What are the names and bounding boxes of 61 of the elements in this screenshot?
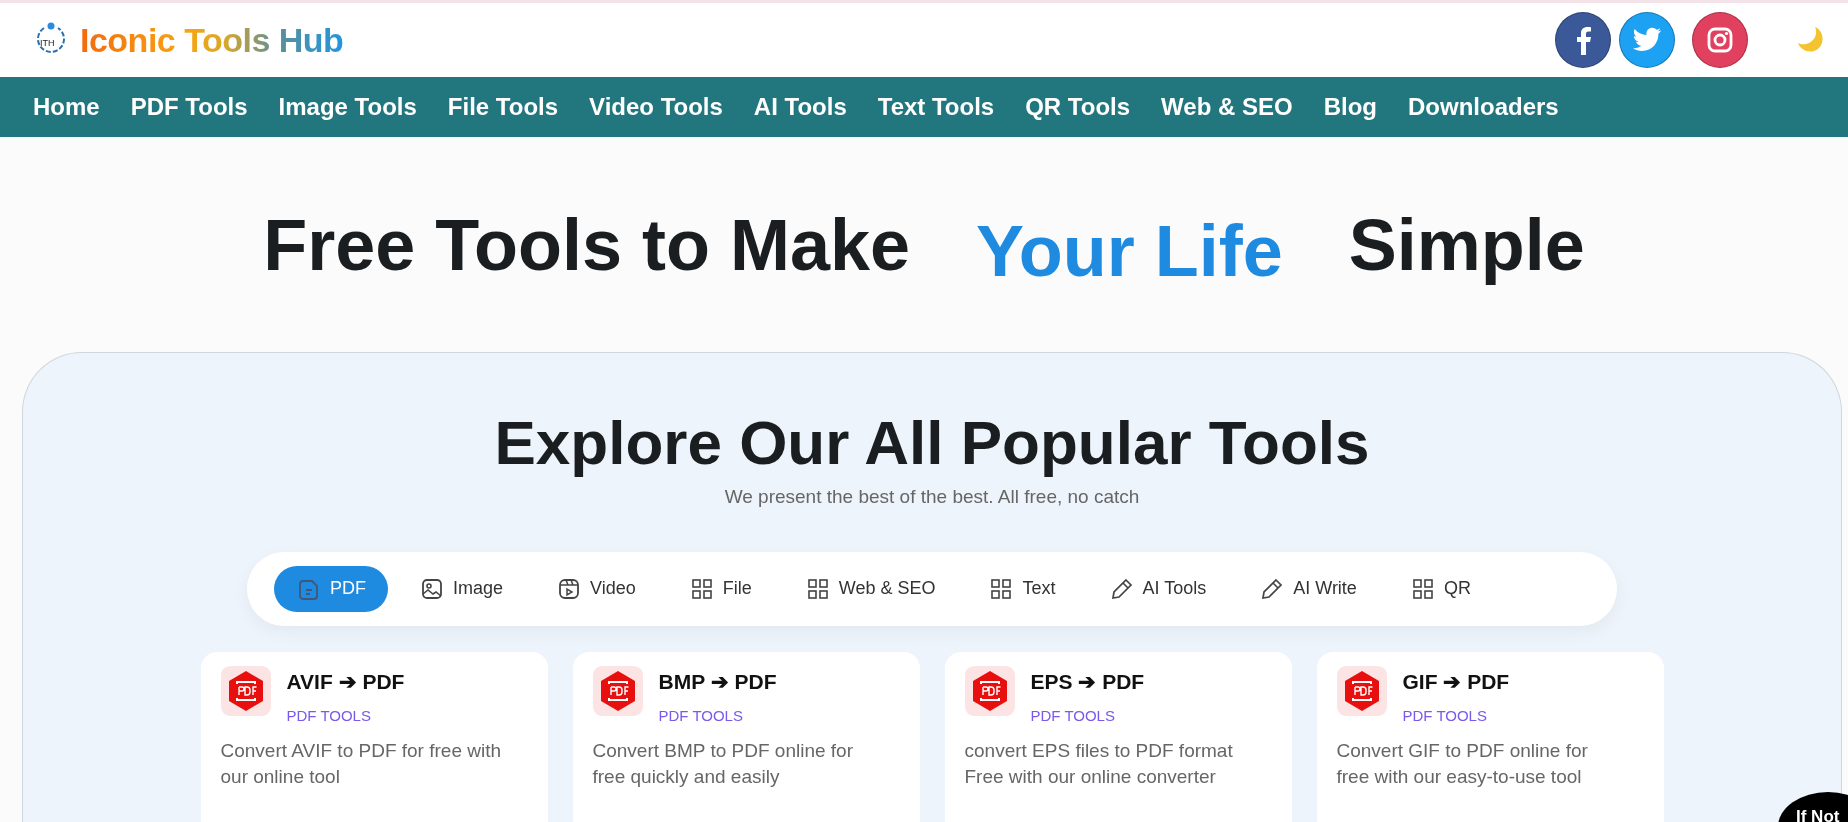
tool-description: convert EPS files to PDF format Free with our online converter — [964, 738, 1234, 790]
nav-link[interactable]: QR Tools — [1014, 89, 1142, 125]
tool-category: PDF TOOLS — [286, 706, 372, 727]
hero-heading: Free Tools to Make — [263, 203, 911, 287]
tool-card[interactable]: GIF ➔ PDF PDF TOOLS Convert GIF to PDF online for free with our easy-to-use tool — [1316, 651, 1664, 822]
category-tab[interactable]: AI Write — [1239, 565, 1379, 612]
tool-title: BMP ➔ PDF — [658, 668, 777, 695]
facebook-button[interactable] — [1555, 12, 1611, 68]
grid-icon — [690, 577, 713, 600]
nav-link[interactable]: File Tools — [436, 89, 570, 125]
tool-description: Convert BMP to PDF online for free quickly and easily — [592, 738, 854, 790]
document-icon — [298, 577, 320, 600]
tool-card[interactable]: EPS ➔ PDF PDF TOOLS convert EPS files to PDF format Free with our online converter — [944, 651, 1292, 822]
bird-icon — [1632, 27, 1662, 53]
category-tab[interactable]: PDF — [274, 565, 388, 612]
tool-description: Convert GIF to PDF online for free with our easy-to-use tool — [1336, 738, 1589, 790]
section-subtitle: We present the best of the best. All free, no catch — [723, 485, 1141, 510]
video-icon — [558, 577, 581, 600]
nav-link[interactable]: Downloaders — [1397, 89, 1570, 125]
tool-description: Convert AVIF to PDF for free with our online tool — [220, 738, 503, 790]
pdf-icon — [1336, 665, 1387, 716]
nav-link[interactable]: Home — [22, 89, 111, 125]
instagram-button[interactable] — [1692, 12, 1748, 68]
grid-icon — [806, 577, 829, 600]
hero-heading: Simple — [1348, 203, 1585, 287]
category-tab[interactable]: Text — [968, 565, 1078, 612]
pencil-icon — [1110, 577, 1133, 600]
nav-link[interactable]: Image Tools — [267, 89, 428, 125]
category-tab[interactable]: Web & SEO — [784, 565, 958, 612]
nav-link[interactable]: Web & SEO — [1150, 89, 1304, 125]
nav-link[interactable]: Blog — [1312, 89, 1388, 125]
nav-link[interactable]: PDF Tools — [119, 89, 259, 125]
tool-title: AVIF ➔ PDF — [286, 668, 405, 695]
tool-card[interactable]: AVIF ➔ PDF PDF TOOLS Convert AVIF to PDF for free with our online tool — [200, 651, 548, 822]
pdf-icon — [220, 665, 271, 716]
pdf-icon — [592, 665, 643, 716]
tool-title: EPS ➔ PDF — [1030, 668, 1145, 695]
category-tab[interactable]: Image — [399, 565, 526, 612]
moon-icon — [1796, 25, 1824, 55]
tool-category: PDF TOOLS — [1402, 706, 1488, 727]
dark-mode-toggle[interactable] — [1796, 25, 1824, 55]
category-tab[interactable]: AI Tools — [1088, 565, 1229, 612]
camera-icon — [1706, 26, 1734, 54]
tool-category: PDF TOOLS — [1030, 706, 1116, 727]
nav-link[interactable]: AI Tools — [742, 89, 858, 125]
grid-icon — [1411, 577, 1434, 600]
tool-category: PDF TOOLS — [658, 706, 744, 727]
image-icon — [421, 577, 443, 600]
grid-icon — [990, 577, 1013, 600]
pencil-icon — [1261, 577, 1284, 600]
tool-title: GIF ➔ PDF — [1402, 668, 1510, 695]
category-tab[interactable]: Video — [536, 565, 658, 612]
category-tab[interactable]: File — [668, 565, 774, 612]
pdf-icon — [964, 665, 1015, 716]
twitter-button[interactable] — [1619, 12, 1675, 68]
tool-card[interactable]: BMP ➔ PDF PDF TOOLS Convert BMP to PDF online for free quickly and easily — [572, 651, 920, 822]
category-tab[interactable]: QR — [1389, 565, 1493, 612]
nav-link[interactable]: Text Tools — [866, 89, 1006, 125]
nav-link[interactable]: Video Tools — [578, 89, 734, 125]
section-title: Explore Our All Popular Tools — [493, 409, 1371, 478]
hero-highlight: Your Life — [976, 209, 1283, 293]
